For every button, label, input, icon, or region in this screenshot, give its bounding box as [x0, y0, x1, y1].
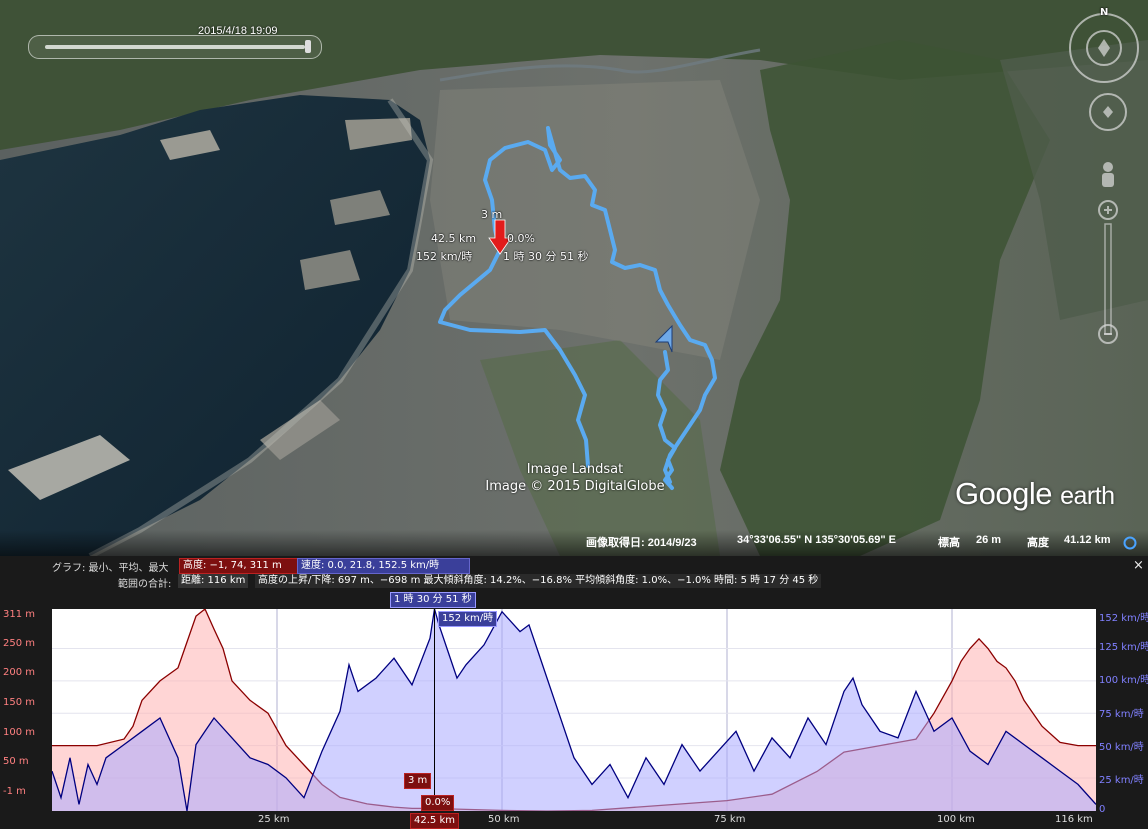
altitude-stats-chip[interactable]: 高度: −1, 74, 311 m: [179, 558, 298, 574]
elevation-label: 標高: [938, 537, 960, 549]
elevation-speed-chart[interactable]: [51, 607, 1097, 812]
graph-stats-label: グラフ: 最小、平均、最大: [52, 563, 169, 574]
cursor-elevation-chip: 3 m: [404, 773, 432, 789]
time-slider-handle[interactable]: [305, 40, 311, 53]
cursor-distance-chip: 42.5 km: [410, 813, 459, 829]
x-tick: 50 km: [488, 814, 520, 825]
y-right-tick: 152 km/時: [1099, 613, 1148, 624]
summary-stats: 高度の上昇/下降: 697 m、−698 m 最大傾斜角度: 14.2%、−16…: [255, 574, 822, 588]
map-view[interactable]: 2015/4/18 19:09 N 3 m 42.5 km 0.0% 152 k…: [0, 0, 1148, 556]
eye-altitude-label: 高度: [1027, 537, 1049, 549]
eye-altitude-value: 41.12 km: [1064, 534, 1111, 546]
elevation-value: 26 m: [976, 534, 1002, 546]
y-right-tick: 75 km/時: [1099, 709, 1144, 720]
x-tick: 116 km: [1055, 814, 1093, 825]
compass-north-label[interactable]: N: [1100, 7, 1108, 18]
chart-canvas: [51, 607, 1097, 812]
streaming-indicator-icon: [1123, 536, 1137, 550]
time-slider-timestamp: 2015/4/18 19:09: [198, 25, 278, 37]
x-tick: 75 km: [714, 814, 746, 825]
distance-chip: 距離: 116 km: [178, 574, 249, 588]
time-slider[interactable]: [28, 35, 322, 59]
time-slider-track[interactable]: [45, 45, 305, 49]
y-left-tick: 200 m: [3, 667, 36, 678]
imagery-attribution-digitalglobe: Image © 2015 DigitalGlobe: [485, 479, 665, 494]
y-left-tick: 150 m: [3, 697, 36, 708]
cursor-grade-chip: 0.0%: [421, 795, 455, 811]
close-icon[interactable]: ×: [1133, 558, 1144, 573]
marker-distance: 42.5 km: [431, 232, 477, 245]
marker-elevation: 3 m: [481, 208, 503, 221]
speed-stats-chip[interactable]: 速度: 0.0, 21.8, 152.5 km/時: [297, 558, 470, 574]
marker-speed: 152 km/時: [416, 250, 473, 263]
y-left-tick: 50 m: [3, 756, 29, 767]
y-left-tick: -1 m: [3, 786, 26, 797]
y-right-tick: 50 km/時: [1099, 742, 1144, 753]
x-tick: 25 km: [258, 814, 290, 825]
y-left-tick: 311 m: [3, 609, 36, 620]
cursor-speed-chip: 152 km/時: [438, 611, 498, 627]
y-right-tick: 25 km/時: [1099, 775, 1144, 786]
marker-time: 1 時 30 分 51 秒: [503, 250, 589, 263]
google-earth-logo: Google earth: [955, 476, 1115, 511]
y-left-tick: 250 m: [3, 638, 36, 649]
range-total-label: 範囲の合計:: [118, 579, 172, 590]
imagery-date: 画像取得日: 2014/9/23: [586, 537, 697, 549]
street-view-pegman-icon[interactable]: [1102, 162, 1114, 187]
lat-lon-readout: 34°33'06.55" N 135°30'05.69" E: [737, 534, 897, 546]
x-tick: 100 km: [937, 814, 975, 825]
cursor-time-chip: 1 時 30 分 51 秒: [390, 592, 476, 608]
y-right-tick: 125 km/時: [1099, 642, 1148, 653]
imagery-attribution-landsat: Image Landsat: [526, 462, 624, 477]
marker-grade: 0.0%: [507, 232, 535, 245]
y-right-tick: 0: [1099, 804, 1106, 815]
y-left-tick: 100 m: [3, 727, 36, 738]
y-right-tick: 100 km/時: [1099, 675, 1148, 686]
